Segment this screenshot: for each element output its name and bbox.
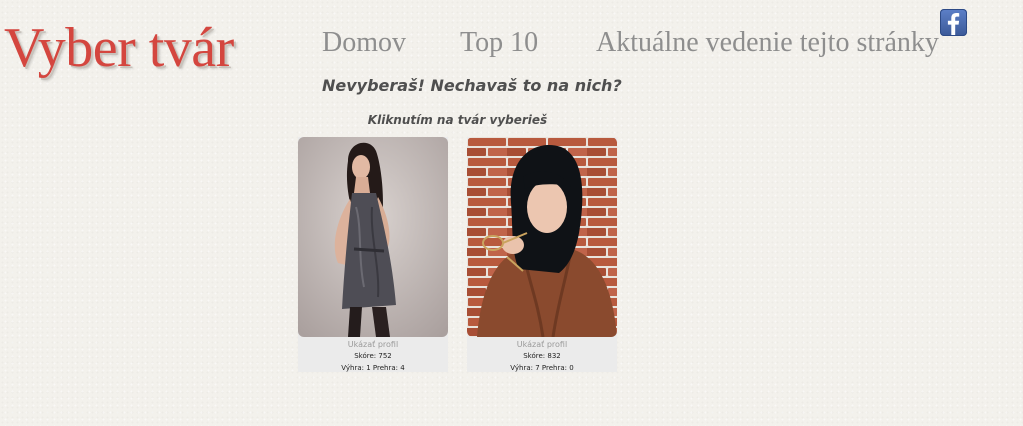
score-2: Skóre: 832 (523, 352, 561, 360)
profile-link-1[interactable]: Ukázať profil (298, 340, 448, 350)
nav-top10-link[interactable]: Top 10 (460, 27, 538, 59)
facebook-icon[interactable] (940, 9, 967, 36)
candidate-card-1: Ukázať profil Skóre: 752 Výhra: 1 Prehra… (298, 137, 448, 372)
score-1: Skóre: 752 (354, 352, 392, 360)
record-2: Výhra: 7 Prehra: 0 (510, 364, 574, 372)
nav-current-leaders-link[interactable]: Aktuálne vedenie tejto stránky (596, 27, 939, 59)
candidate-photo-2[interactable] (467, 137, 617, 337)
instruction-text: Kliknutím na tvár vyberieš (367, 113, 548, 127)
nav-home-link[interactable]: Domov (322, 27, 406, 59)
profile-link-2[interactable]: Ukázať profil (467, 340, 617, 350)
site-logo[interactable]: Vyber tvár (4, 16, 234, 80)
candidate-card-2: Ukázať profil Skóre: 832 Výhra: 7 Prehra… (467, 137, 617, 372)
record-1: Výhra: 1 Prehra: 4 (341, 364, 405, 372)
candidate-photo-1[interactable] (298, 137, 448, 337)
tagline: Nevyberaš! Nechavaš to na nich? (322, 76, 622, 95)
